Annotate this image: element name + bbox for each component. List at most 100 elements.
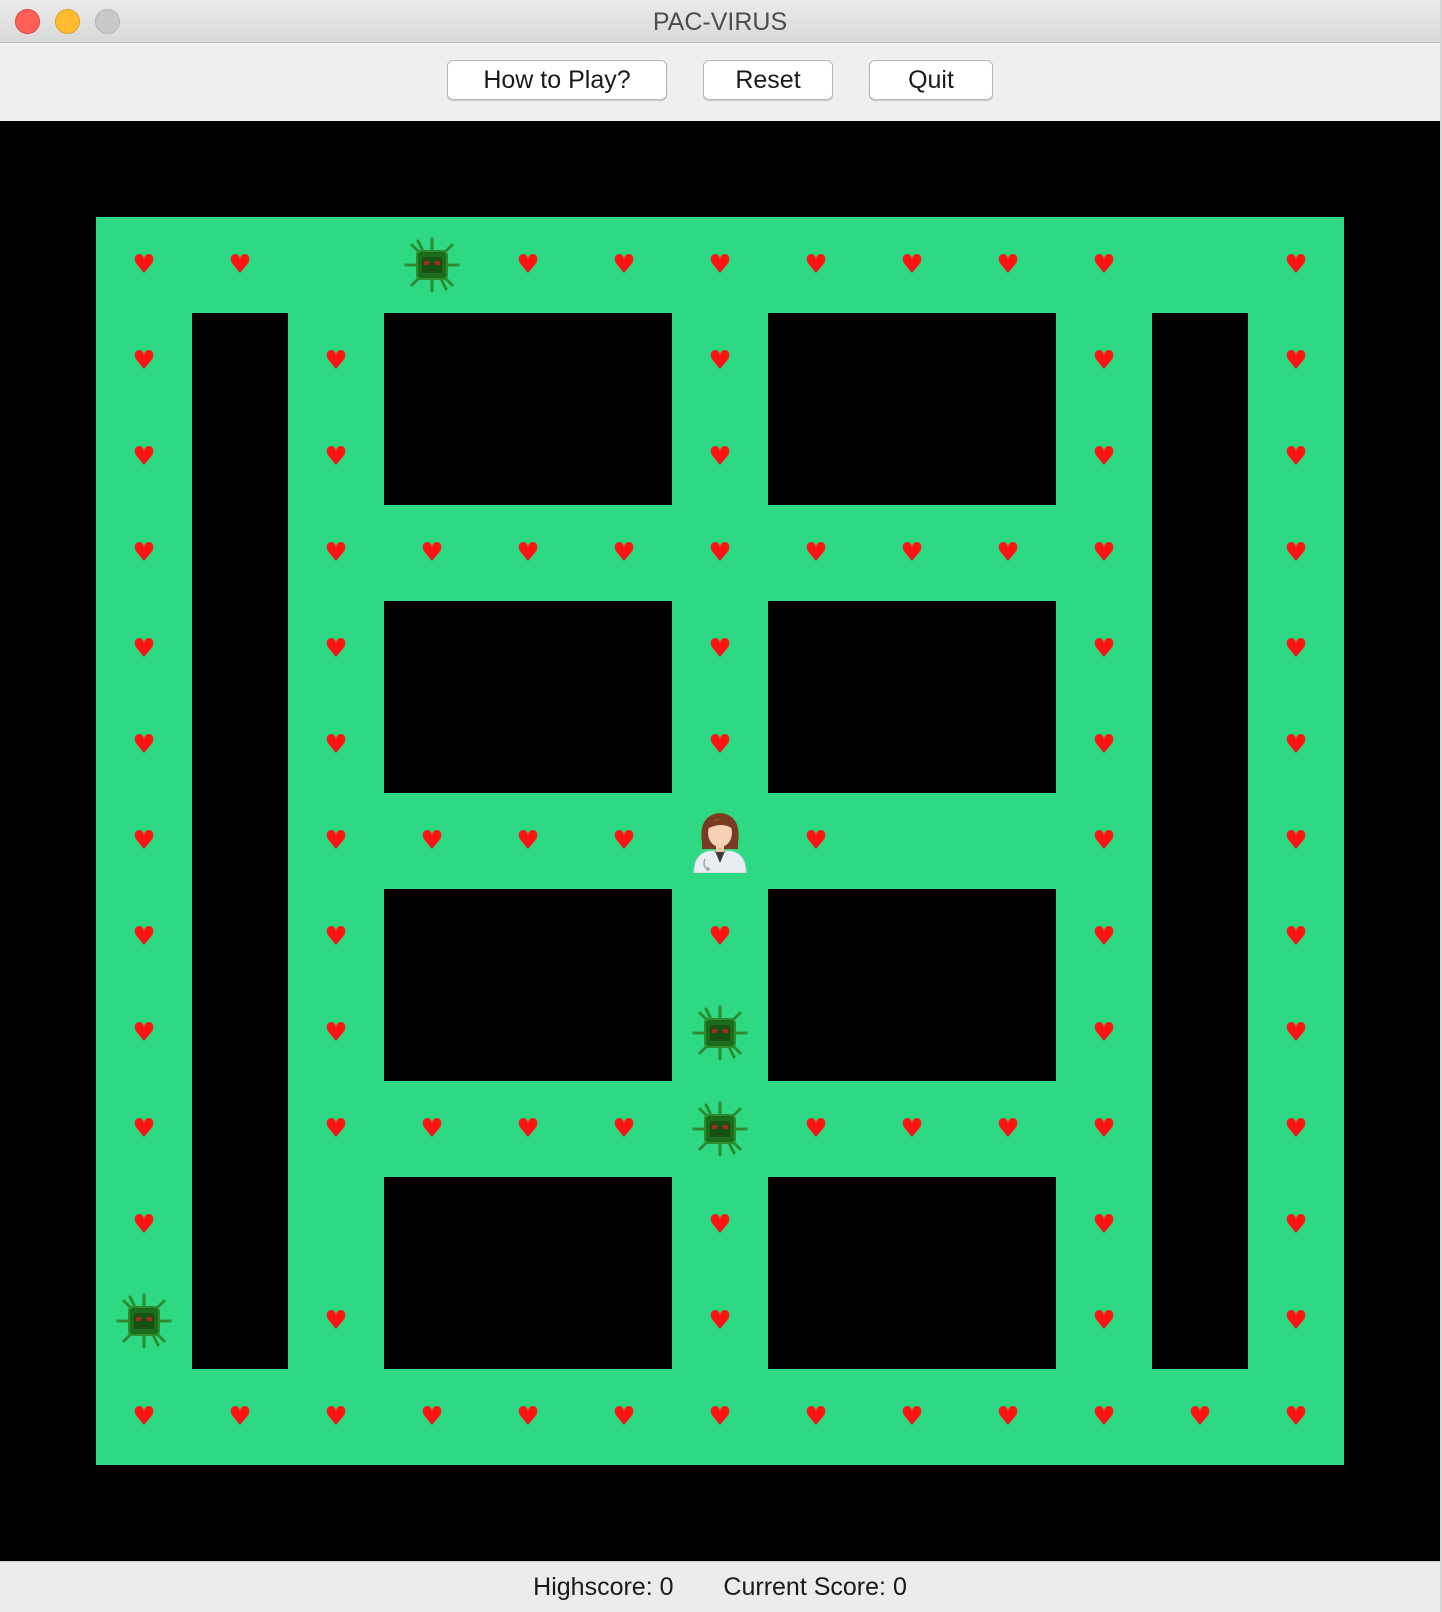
heart-pellet-icon: ♥	[324, 922, 348, 952]
heart-pellet-icon: ♥	[132, 1210, 156, 1240]
heart-pellet-icon: ♥	[132, 250, 156, 280]
title-bar: PAC-VIRUS	[0, 0, 1440, 43]
quit-button[interactable]: Quit	[869, 60, 993, 100]
heart-pellet-icon: ♥	[420, 1402, 444, 1432]
heart-pellet-icon: ♥	[1092, 634, 1116, 664]
heart-pellet-icon: ♥	[132, 346, 156, 376]
heart-pellet-icon: ♥	[708, 346, 732, 376]
heart-pellet-icon: ♥	[1284, 538, 1308, 568]
heart-pellet-icon: ♥	[132, 1402, 156, 1432]
window-title: PAC-VIRUS	[652, 8, 788, 36]
heart-pellet-icon: ♥	[996, 538, 1020, 568]
heart-pellet-icon: ♥	[132, 730, 156, 760]
heart-pellet-icon: ♥	[324, 634, 348, 664]
maze-path-cell	[288, 1177, 384, 1273]
heart-pellet-icon: ♥	[1092, 538, 1116, 568]
heart-pellet-icon: ♥	[1092, 1018, 1116, 1048]
heart-pellet-icon: ♥	[900, 1114, 924, 1144]
heart-pellet-icon: ♥	[1092, 250, 1116, 280]
game-window: PAC-VIRUS How to Play? Reset Quit ♥ ♥ ♥ ♥ ♥ ♥…	[0, 0, 1442, 1612]
heart-pellet-icon: ♥	[612, 1402, 636, 1432]
highscore-value: 0	[659, 1573, 674, 1601]
heart-pellet-icon: ♥	[516, 826, 540, 856]
heart-pellet-icon: ♥	[1092, 730, 1116, 760]
heart-pellet-icon: ♥	[1092, 1210, 1116, 1240]
virus-icon	[692, 1005, 748, 1061]
reset-button[interactable]: Reset	[703, 60, 833, 100]
heart-pellet-icon: ♥	[324, 1402, 348, 1432]
heart-pellet-icon: ♥	[1092, 922, 1116, 952]
game-board[interactable]: ♥ ♥ ♥ ♥ ♥ ♥ ♥ ♥ ♥ ♥ ♥ ♥ ♥ ♥ ♥ ♥ ♥ ♥ ♥ ♥ ♥ ♥ ♥ ♥ ♥ ♥ ♥ ♥ ♥ ♥ ♥ ♥ ♥ ♥ ♥ ♥ ♥ ♥ ♥ ♥…	[0, 121, 1440, 1561]
heart-pellet-icon: ♥	[1092, 1402, 1116, 1432]
heart-pellet-icon: ♥	[804, 1402, 828, 1432]
heart-pellet-icon: ♥	[1284, 346, 1308, 376]
heart-pellet-icon: ♥	[1284, 1210, 1308, 1240]
heart-pellet-icon: ♥	[516, 1402, 540, 1432]
heart-pellet-icon: ♥	[228, 1402, 252, 1432]
heart-pellet-icon: ♥	[996, 250, 1020, 280]
heart-pellet-icon: ♥	[420, 538, 444, 568]
current-score-value: 0	[892, 1573, 907, 1601]
heart-pellet-icon: ♥	[324, 442, 348, 472]
heart-pellet-icon: ♥	[612, 826, 636, 856]
heart-pellet-icon: ♥	[708, 730, 732, 760]
heart-pellet-icon: ♥	[804, 250, 828, 280]
heart-pellet-icon: ♥	[324, 826, 348, 856]
heart-pellet-icon: ♥	[1284, 442, 1308, 472]
heart-pellet-icon: ♥	[1284, 826, 1308, 856]
heart-pellet-icon: ♥	[804, 538, 828, 568]
how-to-play-button[interactable]: How to Play?	[447, 60, 667, 100]
heart-pellet-icon: ♥	[324, 1306, 348, 1336]
heart-pellet-icon: ♥	[900, 250, 924, 280]
heart-pellet-icon: ♥	[132, 1114, 156, 1144]
heart-pellet-icon: ♥	[900, 538, 924, 568]
heart-pellet-icon: ♥	[516, 538, 540, 568]
heart-pellet-icon: ♥	[708, 922, 732, 952]
heart-pellet-icon: ♥	[996, 1402, 1020, 1432]
status-bar: Highscore: 0 Current Score: 0	[0, 1561, 1440, 1612]
heart-pellet-icon: ♥	[420, 826, 444, 856]
heart-pellet-icon: ♥	[516, 250, 540, 280]
highscore-label: Highscore:	[533, 1573, 653, 1601]
heart-pellet-icon: ♥	[1284, 1114, 1308, 1144]
heart-pellet-icon: ♥	[1284, 922, 1308, 952]
current-score-label: Current Score:	[723, 1573, 886, 1601]
heart-pellet-icon: ♥	[132, 634, 156, 664]
heart-pellet-icon: ♥	[804, 1114, 828, 1144]
heart-pellet-icon: ♥	[132, 1018, 156, 1048]
doctor-icon	[693, 813, 747, 873]
heart-pellet-icon: ♥	[324, 1114, 348, 1144]
heart-pellet-icon: ♥	[132, 538, 156, 568]
heart-pellet-icon: ♥	[1284, 1018, 1308, 1048]
heart-pellet-icon: ♥	[900, 1402, 924, 1432]
heart-pellet-icon: ♥	[1092, 346, 1116, 376]
heart-pellet-icon: ♥	[708, 1306, 732, 1336]
heart-pellet-icon: ♥	[1284, 250, 1308, 280]
heart-pellet-icon: ♥	[612, 538, 636, 568]
heart-pellet-icon: ♥	[324, 346, 348, 376]
heart-pellet-icon: ♥	[1284, 1306, 1308, 1336]
heart-pellet-icon: ♥	[1092, 826, 1116, 856]
heart-pellet-icon: ♥	[708, 634, 732, 664]
maze-path-cell	[1152, 217, 1248, 313]
heart-pellet-icon: ♥	[516, 1114, 540, 1144]
heart-pellet-icon: ♥	[1092, 1114, 1116, 1144]
virus-icon	[404, 237, 460, 293]
heart-pellet-icon: ♥	[708, 442, 732, 472]
heart-pellet-icon: ♥	[324, 1018, 348, 1048]
heart-pellet-icon: ♥	[324, 730, 348, 760]
heart-pellet-icon: ♥	[1284, 730, 1308, 760]
heart-pellet-icon: ♥	[708, 1210, 732, 1240]
heart-pellet-icon: ♥	[1092, 442, 1116, 472]
heart-pellet-icon: ♥	[420, 1114, 444, 1144]
maze-path-cell	[864, 793, 960, 889]
virus-icon	[116, 1293, 172, 1349]
heart-pellet-icon: ♥	[132, 826, 156, 856]
heart-pellet-icon: ♥	[1188, 1402, 1212, 1432]
heart-pellet-icon: ♥	[708, 250, 732, 280]
heart-pellet-icon: ♥	[708, 538, 732, 568]
heart-pellet-icon: ♥	[612, 250, 636, 280]
heart-pellet-icon: ♥	[1284, 1402, 1308, 1432]
heart-pellet-icon: ♥	[996, 1114, 1020, 1144]
heart-pellet-icon: ♥	[708, 1402, 732, 1432]
